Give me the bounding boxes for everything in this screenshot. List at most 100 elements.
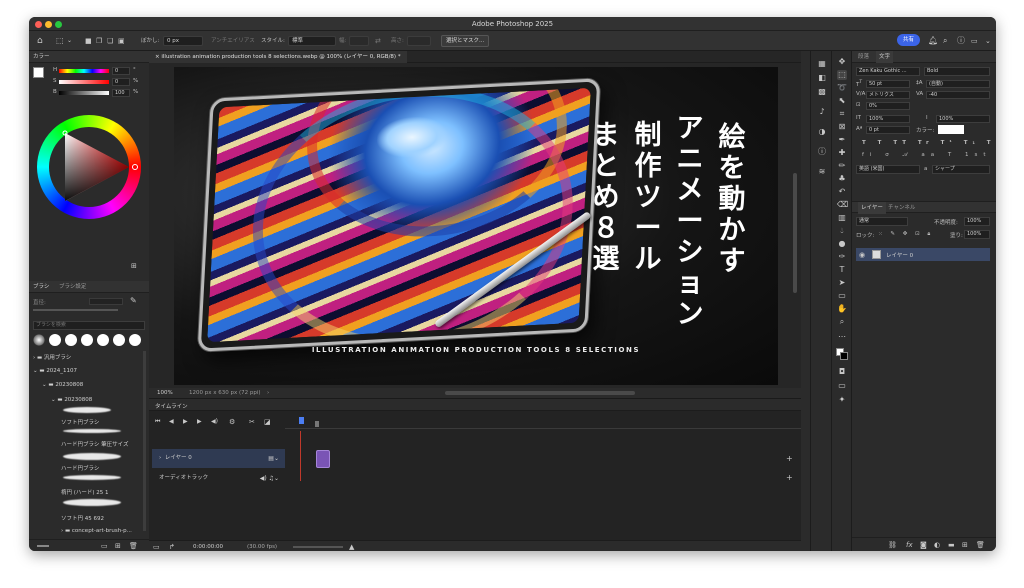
pen-tool-icon[interactable]: ✑ (837, 252, 847, 262)
brush-preset[interactable] (33, 334, 45, 346)
tab-character[interactable]: 文字 (876, 51, 894, 63)
lock-icons[interactable]: ⁙ ✎ ✥ ⊡ 🔒︎ (878, 231, 933, 238)
more-tools-icon[interactable]: ⋯ (837, 332, 847, 342)
brush-tool-icon[interactable]: ✏ (837, 161, 847, 171)
zoom-tool-icon[interactable]: ⌕ (837, 317, 847, 327)
brightness-slider[interactable] (59, 91, 109, 95)
hand-tool-icon[interactable]: ✋ (837, 304, 847, 314)
object-selection-tool-icon[interactable]: ⬉ (837, 96, 847, 106)
eraser-tool-icon[interactable]: ⌫ (837, 200, 848, 210)
add-audio-icon[interactable]: + (786, 473, 793, 483)
home-icon[interactable]: ⌂ (37, 36, 43, 46)
new-folder-icon[interactable]: ▭ (101, 541, 108, 551)
screen-mode-icon[interactable]: ▭ (837, 381, 847, 391)
type-tool-icon[interactable]: T (837, 265, 847, 275)
brush-list-scrollbar[interactable] (143, 351, 146, 531)
brush-item[interactable]: 楕円 (ハード) 25 1 (61, 488, 109, 496)
styles-panel-icon[interactable]: ◑ (817, 127, 827, 137)
transition-icon[interactable]: ◪ (264, 417, 271, 427)
foreground-swatch[interactable] (33, 67, 44, 78)
properties-panel-icon[interactable]: ≋ (817, 167, 827, 177)
document-tab[interactable]: × illustration animation production tool… (149, 51, 407, 63)
bell-icon[interactable]: 🔔︎ (928, 36, 938, 46)
brush-preset[interactable] (81, 334, 93, 346)
film-icon[interactable]: ▤⌄ (268, 449, 279, 468)
brush-preset[interactable] (49, 334, 61, 346)
leading-input[interactable]: (自動) (926, 80, 990, 88)
brush-panel-icon[interactable]: ♪ (817, 107, 827, 117)
trash-icon[interactable]: 🗑︎ (129, 541, 138, 551)
subtract-selection-icon[interactable]: ❏ (107, 36, 113, 46)
zoom-in-icon[interactable]: ▲ (349, 542, 354, 551)
text-style-buttons[interactable]: T T TT Tr T¹ T₁ T T (862, 140, 996, 146)
brush-preset[interactable] (129, 334, 141, 346)
document-canvas[interactable]: 絵を動かす アニメーション 制作ツール まとめ８選 ILLUSTRATION A… (174, 67, 778, 385)
tab-layers[interactable]: レイヤー (858, 202, 886, 214)
new-selection-icon[interactable]: ■ (85, 36, 92, 46)
dodge-tool-icon[interactable]: ● (837, 239, 847, 249)
swatches-panel-icon[interactable]: ▩ (817, 87, 827, 97)
zoom-level[interactable]: 100% (157, 388, 173, 398)
timeline-zoom-slider[interactable] (293, 546, 343, 548)
frame-tool-icon[interactable]: ⊠ (837, 122, 847, 132)
swap-icon[interactable]: ⇄ (375, 36, 381, 46)
text-color-swatch[interactable] (938, 125, 964, 134)
tab-brushes[interactable]: ブラシ (33, 281, 49, 293)
width-input[interactable] (349, 36, 369, 46)
layer-effects-icon[interactable]: fx (906, 540, 913, 550)
vertical-scale-input[interactable]: 100% (866, 115, 910, 123)
split-icon[interactable]: ✂ (249, 417, 255, 427)
feather-input[interactable]: 0 px (163, 36, 203, 46)
tsume-input[interactable]: 0% (866, 102, 910, 110)
select-and-mask-button[interactable]: 選択とマスク... (441, 35, 490, 47)
background-color-swatch[interactable] (840, 352, 848, 360)
brush-item[interactable]: ソフト円ブラシ (61, 418, 99, 426)
brush-folder[interactable]: › ▬ 汎用ブラシ (33, 353, 71, 361)
brush-preset[interactable] (113, 334, 125, 346)
search-icon[interactable]: ⌕ (943, 36, 947, 46)
horizontal-scale-input[interactable]: 100% (936, 115, 990, 123)
brush-folder[interactable]: ⌄ ▬ 20230808 (51, 397, 92, 403)
music-note-icon[interactable]: ◀) ♫⌄ (260, 469, 279, 488)
add-selection-icon[interactable]: ❐ (96, 36, 102, 46)
adjustment-layer-icon[interactable]: ◐ (934, 540, 940, 550)
blur-tool-icon[interactable]: 💧︎ (837, 226, 847, 236)
new-group-icon[interactable]: ▬ (948, 540, 955, 550)
new-layer-icon[interactable]: ⊞ (962, 540, 968, 550)
layer-mask-icon[interactable]: ◙ (920, 540, 927, 550)
color-triangle[interactable] (37, 115, 141, 219)
rectangle-tool-icon[interactable]: ▭ (837, 291, 847, 301)
tab-channels[interactable]: チャンネル (888, 202, 915, 214)
font-family-select[interactable]: Zen Kaku Gothic ... (856, 67, 920, 76)
opacity-input[interactable]: 100% (964, 217, 990, 226)
clone-stamp-tool-icon[interactable]: ♣ (837, 174, 847, 184)
language-select[interactable]: 英語 (米国) (856, 165, 920, 174)
video-clip[interactable] (316, 450, 330, 468)
link-layers-icon[interactable]: ⛓ (888, 540, 897, 550)
brush-preset[interactable] (65, 334, 77, 346)
add-media-icon[interactable]: + (786, 454, 793, 464)
tab-paragraph[interactable]: 段落 (858, 51, 869, 63)
brush-size-input[interactable] (89, 298, 123, 305)
generate-image-icon[interactable]: ✦ (837, 395, 847, 405)
trash-icon[interactable]: 🗑︎ (976, 540, 985, 550)
brush-item[interactable]: ハード円ブラシ (61, 464, 99, 472)
next-frame-icon[interactable]: ▶ (197, 417, 202, 427)
play-icon[interactable]: ▶ (183, 417, 188, 427)
audio-icon[interactable]: ◀) (211, 417, 218, 427)
new-brush-icon[interactable]: ✎ (130, 296, 137, 306)
audio-track-row[interactable]: オーディオトラック ◀) ♫⌄ (152, 469, 285, 488)
canvas-area[interactable]: 絵を動かす アニメーション 制作ツール まとめ８選 ILLUSTRATION A… (149, 63, 801, 388)
brush-folder[interactable]: › ▬ concept-art-brush-p... (61, 528, 132, 534)
brush-item[interactable]: ハード円ブラシ 筆圧サイズ (61, 440, 128, 448)
saturation-input[interactable]: 0 (112, 78, 130, 86)
crop-tool-icon[interactable]: ⌗ (837, 109, 847, 119)
rectangular-marquee-tool-icon[interactable]: ⬚ (837, 70, 847, 80)
gear-icon[interactable]: ⚙ (229, 417, 235, 427)
horizontal-scrollbar[interactable] (445, 391, 635, 395)
chevron-down-icon[interactable]: ⌄ (985, 36, 991, 46)
quick-mask-icon[interactable]: ◘ (837, 367, 847, 377)
height-input[interactable] (407, 36, 431, 46)
healing-brush-tool-icon[interactable]: ✚ (837, 148, 847, 158)
new-brush-icon[interactable]: ⊞ (115, 541, 121, 551)
